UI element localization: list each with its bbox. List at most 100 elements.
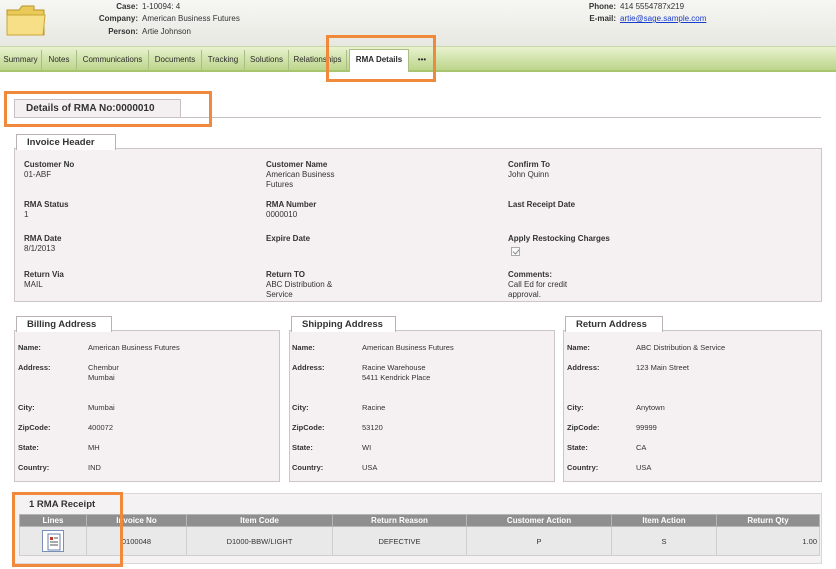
record-header: Case: 1-10094: 4 Company: American Busines…: [0, 0, 836, 46]
last-receipt-label: Last Receipt Date: [508, 200, 576, 209]
return-via-label: Return Via: [24, 270, 64, 279]
customer-name-value-line2: Futures: [266, 180, 294, 189]
col-lines[interactable]: Lines: [19, 514, 87, 527]
person-value: Artie Johnson: [142, 27, 191, 36]
return-city-value: Anytown: [636, 403, 665, 412]
phone-row: Phone: 414 5554787x219: [560, 2, 684, 11]
billing-name-label: Name:: [18, 343, 41, 352]
invoice-header-title: Invoice Header: [16, 134, 116, 150]
shipping-name-label: Name:: [292, 343, 315, 352]
expire-date-label: Expire Date: [266, 234, 311, 243]
tab-notes[interactable]: Notes: [42, 50, 77, 70]
shipping-address-line2: 5411 Kendrick Place: [362, 373, 431, 382]
shipping-name-value: American Business Futures: [362, 343, 454, 352]
rma-date-value: 8/1/2013: [24, 244, 56, 253]
item-action-cell: S: [611, 526, 717, 556]
return-to-value-line2: Service: [266, 290, 293, 299]
col-invoice-no[interactable]: Invoice No: [86, 514, 187, 527]
restocking-field: Apply Restocking Charges: [508, 234, 610, 244]
rma-receipt-title: 1 RMA Receipt: [29, 499, 96, 510]
customer-name-field: Customer Name American Business Futures: [266, 160, 334, 190]
person-row: Person: Artie Johnson: [50, 27, 191, 36]
rma-title: Details of RMA No:0000010: [14, 99, 181, 118]
col-customer-action[interactable]: Customer Action: [466, 514, 612, 527]
comments-field: Comments: Call Ed for credit approval.: [508, 270, 567, 300]
return-via-field: Return Via MAIL: [24, 270, 64, 290]
comments-value-line1: Call Ed for credit: [508, 280, 568, 289]
rma-number-value: 0000010: [266, 210, 298, 219]
col-return-reason[interactable]: Return Reason: [332, 514, 467, 527]
tab-rma-details[interactable]: RMA Details: [349, 49, 409, 72]
customer-name-label: Customer Name: [266, 160, 328, 169]
restocking-checkbox[interactable]: [511, 247, 520, 256]
tab-more[interactable]: •••: [410, 50, 434, 70]
tab-tracking[interactable]: Tracking: [202, 50, 245, 70]
phone-label: Phone:: [588, 2, 616, 11]
last-receipt-field: Last Receipt Date: [508, 200, 575, 210]
folder-icon: [6, 5, 46, 36]
customer-name-value-line1: American Business: [266, 170, 335, 179]
rma-receipt-table: Lines Invoice No Item Code Return Reason…: [19, 514, 820, 556]
shipping-zip-label: ZipCode:: [292, 423, 325, 432]
return-zip-label: ZipCode:: [567, 423, 600, 432]
tab-solutions[interactable]: Solutions: [245, 50, 289, 70]
rma-status-value: 1: [24, 210, 29, 219]
shipping-address-line1: Racine Warehouse: [362, 363, 426, 372]
return-to-label: Return TO: [266, 270, 305, 279]
return-to-value-line1: ABC Distribution &: [266, 280, 333, 289]
billing-city-value: Mumbai: [88, 403, 115, 412]
expire-date-field: Expire Date: [266, 234, 310, 244]
tab-bar: Summary Notes Communications Documents T…: [0, 46, 836, 72]
comments-value-line2: approval.: [508, 290, 541, 299]
customer-no-value: 01-ABF: [24, 170, 52, 179]
restocking-label: Apply Restocking Charges: [508, 234, 610, 243]
billing-address-label: Address:: [18, 363, 51, 372]
rma-status-label: RMA Status: [24, 200, 69, 209]
billing-country-value: IND: [88, 463, 101, 472]
return-city-label: City:: [567, 403, 584, 412]
email-link[interactable]: artie@sage.sample.com: [620, 14, 706, 23]
company-row: Company: American Business Futures: [50, 14, 240, 23]
rma-status-field: RMA Status 1: [24, 200, 69, 220]
return-zip-value: 99999: [636, 423, 657, 432]
shipping-city-label: City:: [292, 403, 309, 412]
return-state-value: CA: [636, 443, 647, 452]
billing-address-line2: Mumbai: [88, 373, 115, 382]
return-address-title: Return Address: [565, 316, 663, 332]
billing-address-line1: Chembur: [88, 363, 119, 372]
customer-no-label: Customer No: [24, 160, 75, 169]
invoice-no-cell: 0100048: [86, 526, 187, 556]
billing-zip-label: ZipCode:: [18, 423, 51, 432]
return-state-label: State:: [567, 443, 588, 452]
item-code-cell: D1000-BBW/LIGHT: [186, 526, 333, 556]
table-row: 0100048 D1000-BBW/LIGHT DEFECTIVE P S 1.…: [19, 526, 820, 556]
lines-document-icon[interactable]: [42, 530, 64, 552]
tab-documents[interactable]: Documents: [149, 50, 202, 70]
title-divider: [181, 117, 821, 118]
case-row: Case: 1-10094: 4: [50, 2, 180, 11]
tab-summary[interactable]: Summary: [0, 50, 42, 70]
billing-zip-value: 400072: [88, 423, 114, 432]
shipping-state-label: State:: [292, 443, 313, 452]
table-header-row: Lines Invoice No Item Code Return Reason…: [19, 514, 820, 527]
confirm-to-value: John Quinn: [508, 170, 549, 179]
phone-value: 414 5554787x219: [620, 2, 685, 11]
billing-state-label: State:: [18, 443, 39, 452]
col-item-code[interactable]: Item Code: [186, 514, 333, 527]
billing-state-value: MH: [88, 443, 100, 452]
shipping-state-value: WI: [362, 443, 372, 452]
company-label: Company:: [98, 14, 138, 23]
return-to-field: Return TO ABC Distribution & Service: [266, 270, 332, 300]
return-country-value: USA: [636, 463, 652, 472]
customer-action-cell: P: [466, 526, 612, 556]
col-item-action[interactable]: Item Action: [611, 514, 717, 527]
return-name-label: Name:: [567, 343, 590, 352]
case-label: Case:: [116, 2, 138, 11]
tab-communications[interactable]: Communications: [77, 50, 149, 70]
shipping-country-label: Country:: [292, 463, 324, 472]
tab-relationships[interactable]: Relationships: [289, 50, 347, 70]
billing-city-label: City:: [18, 403, 35, 412]
shipping-address-title: Shipping Address: [291, 316, 396, 332]
return-via-value: MAIL: [24, 280, 43, 289]
col-return-qty[interactable]: Return Qty: [716, 514, 820, 527]
